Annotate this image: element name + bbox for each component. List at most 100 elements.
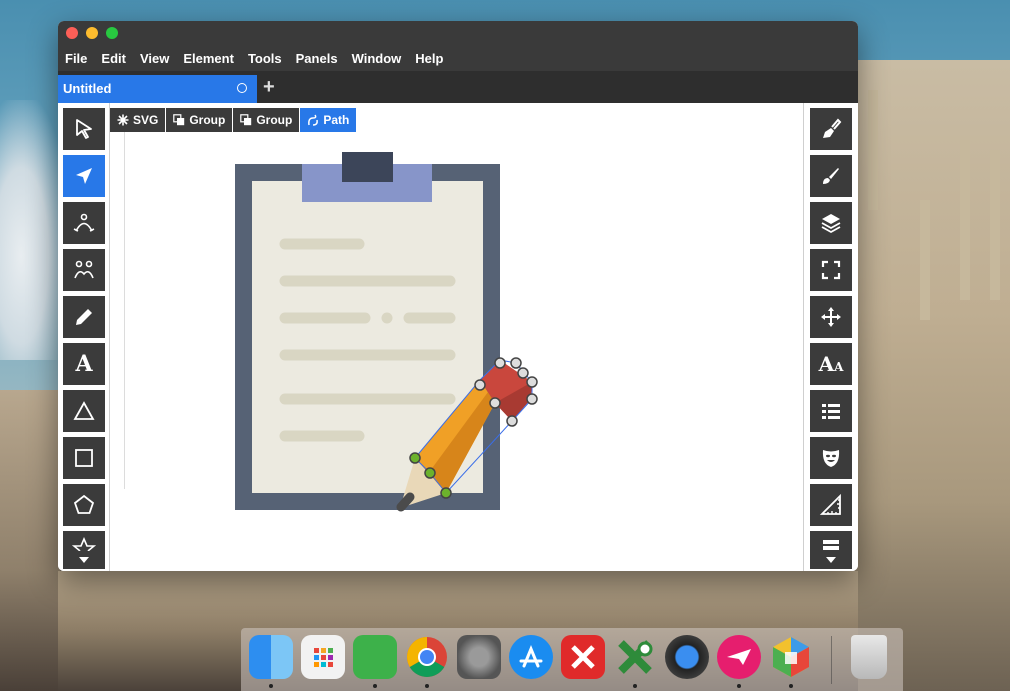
group-icon <box>173 114 185 126</box>
pentagon-icon <box>73 494 95 514</box>
fill-panel-button[interactable] <box>810 108 852 150</box>
tab-bar: Untitled + <box>58 71 858 103</box>
menu-panels[interactable]: Panels <box>296 51 338 66</box>
typography-panel-button[interactable]: AA <box>810 343 852 385</box>
running-indicator <box>425 684 429 688</box>
chevron-down-icon <box>826 557 836 563</box>
trash-icon[interactable] <box>851 635 887 679</box>
xmind-x-icon <box>571 645 595 669</box>
left-toolbar: A <box>58 103 110 571</box>
group-icon <box>240 114 252 126</box>
menu-element[interactable]: Element <box>183 51 234 66</box>
menu-edit[interactable]: Edit <box>101 51 126 66</box>
breadcrumb-path[interactable]: Path <box>300 108 357 132</box>
masks-panel-button[interactable] <box>810 437 852 479</box>
airmail-plane-icon <box>727 649 751 665</box>
layers-icon <box>821 214 841 234</box>
geometry-panel-button[interactable] <box>810 484 852 526</box>
app-window: File Edit View Element Tools Panels Wind… <box>58 21 858 571</box>
tab-document[interactable]: Untitled <box>58 75 257 103</box>
select-tool-button[interactable] <box>63 108 105 150</box>
airmail-icon[interactable] <box>717 635 761 679</box>
more-icon <box>823 540 839 550</box>
triangle-tool-button[interactable] <box>63 390 105 432</box>
spiro-tool-button[interactable] <box>63 249 105 291</box>
chevron-down-icon <box>79 557 89 563</box>
select-arrow-icon <box>76 119 92 139</box>
list-panel-button[interactable] <box>810 390 852 432</box>
text-tool-button[interactable]: A <box>63 343 105 385</box>
tab-close-icon[interactable] <box>237 83 247 93</box>
asterisk-icon <box>117 114 129 126</box>
pen-tool-button[interactable] <box>63 202 105 244</box>
drawing-canvas[interactable] <box>111 103 803 571</box>
clipboard-pencil-artwork[interactable] <box>111 103 803 571</box>
minimize-window-button[interactable] <box>86 27 98 39</box>
close-window-button[interactable] <box>66 27 78 39</box>
node-tool-button[interactable] <box>63 155 105 197</box>
typography-glyph: A <box>818 352 835 376</box>
running-indicator <box>789 684 793 688</box>
text-icon: A <box>75 351 93 377</box>
titlebar <box>58 21 858 45</box>
dock-separator <box>831 636 832 684</box>
breadcrumb-group[interactable]: Group <box>166 108 233 132</box>
finder-icon[interactable] <box>249 635 293 679</box>
ruler-icon <box>819 493 841 515</box>
launchpad-icon[interactable] <box>301 635 345 679</box>
background-spire <box>990 150 1000 300</box>
plus-icon[interactable]: + <box>263 77 275 97</box>
brush-panel-button[interactable] <box>810 155 852 197</box>
running-indicator <box>373 684 377 688</box>
boxy-svg-icon[interactable] <box>769 635 813 679</box>
star-icon <box>72 537 96 551</box>
background-left-building <box>0 390 60 691</box>
pencil-tool-button[interactable] <box>63 296 105 338</box>
chrome-icon[interactable] <box>405 635 449 679</box>
more-panel-button[interactable] <box>810 531 852 551</box>
element-breadcrumb: SVG Group Group Path <box>110 108 357 132</box>
zoom-window-button[interactable] <box>106 27 118 39</box>
menu-help[interactable]: Help <box>415 51 443 66</box>
fill-stroke-icon <box>823 118 842 138</box>
menu-file[interactable]: File <box>65 51 87 66</box>
running-indicator <box>737 684 741 688</box>
chrome-logo-icon <box>407 637 447 677</box>
layers-panel-button[interactable] <box>810 202 852 244</box>
pentagon-tool-button[interactable] <box>63 484 105 526</box>
breadcrumb-group[interactable]: Group <box>233 108 300 132</box>
star-tool-button[interactable] <box>63 531 105 551</box>
pencil-icon <box>76 309 92 325</box>
typography-icon: AA <box>818 352 844 376</box>
running-indicator <box>633 684 637 688</box>
clipboard-clip-top[interactable] <box>342 152 393 182</box>
menu-view[interactable]: View <box>140 51 169 66</box>
right-toolbar-scroll-down[interactable] <box>810 551 852 569</box>
crossover-icon[interactable] <box>613 635 657 679</box>
background-spire <box>960 140 970 300</box>
background-spire <box>868 90 878 210</box>
breadcrumb-label: SVG <box>133 113 159 127</box>
fullscreen-button[interactable] <box>810 249 852 291</box>
boxy-hexagon-icon <box>773 637 809 677</box>
launchpad-grid-icon <box>314 648 333 667</box>
menu-bar: File Edit View Element Tools Panels Wind… <box>58 45 858 71</box>
breadcrumb-label: Group <box>256 113 293 127</box>
masks-icon <box>822 450 840 467</box>
left-toolbar-scroll-down[interactable] <box>63 551 105 569</box>
fullscreen-icon <box>821 260 841 280</box>
text-dot <box>381 312 393 324</box>
menu-tools[interactable]: Tools <box>248 51 282 66</box>
evernote-icon[interactable] <box>353 635 397 679</box>
menu-window[interactable]: Window <box>352 51 402 66</box>
transform-panel-button[interactable] <box>810 296 852 338</box>
app-store-icon[interactable] <box>509 635 553 679</box>
quicktime-icon[interactable] <box>665 635 709 679</box>
system-preferences-icon[interactable] <box>457 635 501 679</box>
xmind-icon[interactable] <box>561 635 605 679</box>
breadcrumb-svg[interactable]: SVG <box>110 108 166 132</box>
rectangle-tool-button[interactable] <box>63 437 105 479</box>
dock <box>241 628 903 691</box>
pen-icon <box>73 213 95 232</box>
brush-icon <box>823 168 839 184</box>
